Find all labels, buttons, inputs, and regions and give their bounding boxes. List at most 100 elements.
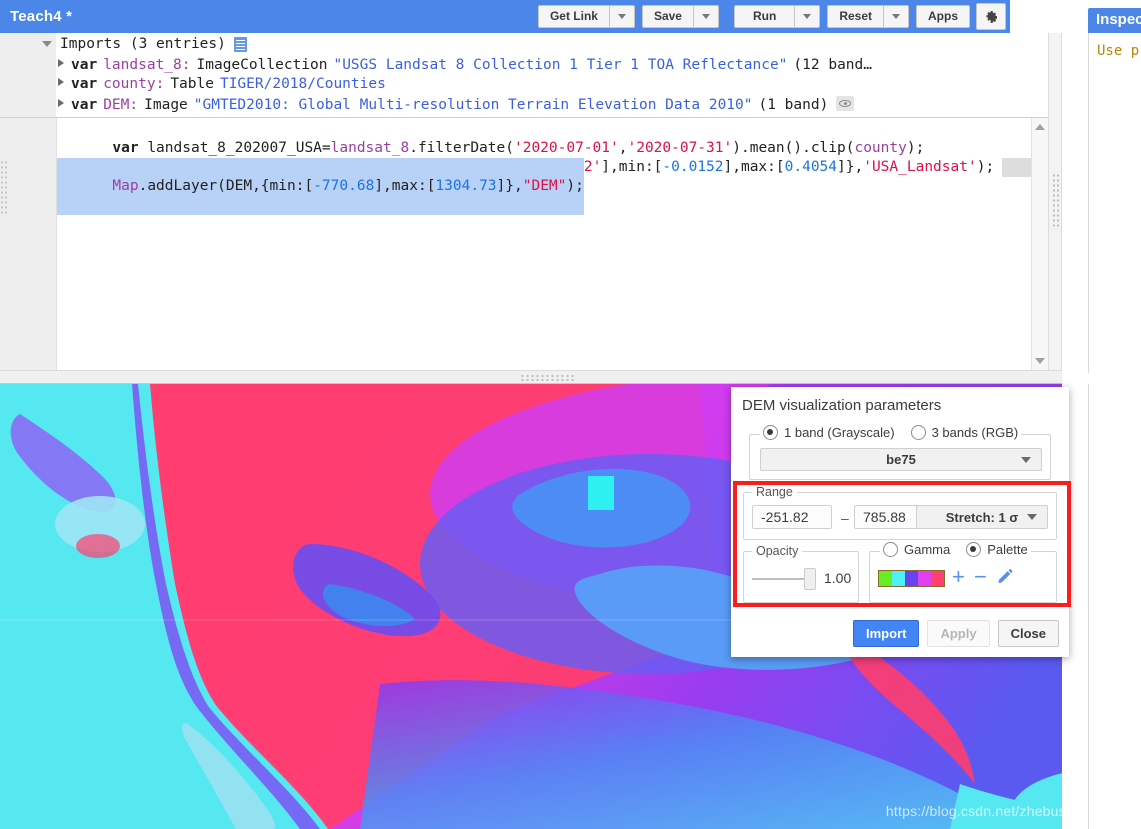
imports-header-label: Imports (3 entries) [60,36,226,52]
editor-vertical-scrollbar[interactable] [1031,118,1048,370]
import-name: county: [97,75,164,94]
left-panel-drag-handle[interactable] [0,160,7,216]
inspector-map-column [1062,384,1141,829]
pencil-icon[interactable] [996,568,1014,586]
import-row-county[interactable]: var county: Table TIGER/2018/Counties [58,75,386,94]
inspector-body: Use pri [1088,33,1141,373]
band-mode-radio-row: 1 band (Grayscale) 3 bands (RGB) [760,425,1021,440]
chevron-down-icon [892,14,900,19]
radio-3-bands-rgb[interactable] [911,425,926,440]
eye-icon[interactable] [836,96,854,111]
settings-button[interactable] [976,3,1006,30]
code-token: -770.68 [313,178,374,194]
dem-visualization-dialog[interactable]: DEM visualization parameters 1 band (Gra… [731,387,1069,657]
document-icon[interactable] [234,37,247,52]
expand-triangle-icon[interactable] [58,78,64,86]
code-token: ); [977,159,994,175]
stretch-button[interactable]: Stretch: 1 σ [916,505,1048,529]
palette-mode-radio-row: Gamma Palette [880,542,1031,557]
import-keyword: var [71,96,97,115]
range-min-input[interactable]: -251.82 [752,505,832,529]
minus-icon[interactable]: − [974,568,987,586]
import-value: "GMTED2010: Global Multi-resolution Terr… [188,96,753,115]
reset-button[interactable]: Reset [827,5,883,28]
import-tail: (1 band) [752,96,828,115]
collapse-triangle-icon[interactable] [42,41,52,47]
palette-swatch-0[interactable] [879,571,892,586]
palette-swatch-1[interactable] [892,571,905,586]
get-link-button[interactable]: Get Link [538,5,609,28]
close-button[interactable]: Close [998,620,1059,647]
editor-gutter [0,118,57,370]
import-keyword: var [71,56,97,75]
import-value: TIGER/2018/Counties [214,75,386,94]
splitter-grip-icon[interactable] [520,374,576,382]
label-1-band-grayscale[interactable]: 1 band (Grayscale) [784,425,895,440]
opacity-slider-track[interactable] [752,578,810,580]
code-token: ],max:[ [724,159,785,175]
scroll-up-arrow-icon[interactable] [1035,124,1045,130]
import-row-landsat-8[interactable]: var landsat_8: ImageCollection "USGS Lan… [58,56,872,75]
top-toolbar: Teach4 * Get Link Save Run Reset [0,0,1010,33]
code-token: ],max:[ [374,178,435,194]
dialog-button-row: Import Apply Close [853,620,1059,647]
get-link-button-group: Get Link [538,5,635,28]
imports-panel: Imports (3 entries) var landsat_8: Image… [0,33,1048,118]
scroll-down-arrow-icon[interactable] [1035,358,1045,364]
label-3-bands-rgb[interactable]: 3 bands (RGB) [932,425,1019,440]
plus-icon[interactable]: + [952,568,965,586]
import-value: "USGS Landsat 8 Collection 1 Tier 1 TOA … [327,56,787,75]
code-token: Map [112,178,138,194]
code-token: ]}, [497,178,523,194]
save-button[interactable]: Save [642,5,693,28]
opacity-slider-thumb[interactable] [804,568,816,590]
palette-swatch-2[interactable] [905,571,918,586]
vertical-splitter[interactable] [1048,33,1062,370]
tab-inspector[interactable]: Inspector [1096,11,1141,28]
band-mode-fieldset: 1 band (Grayscale) 3 bands (RGB) be75 [749,434,1051,480]
label-gamma[interactable]: Gamma [904,542,950,557]
reset-dropdown-button[interactable] [883,5,909,28]
run-button[interactable]: Run [734,5,794,28]
save-dropdown-button[interactable] [693,5,719,28]
radio-gamma[interactable] [883,542,898,557]
run-dropdown-button[interactable] [794,5,820,28]
radio-palette[interactable] [966,542,981,557]
band-select[interactable]: be75 [760,448,1042,471]
map-puget-lowland [76,534,120,558]
radio-1-band-grayscale[interactable] [763,425,778,440]
palette-fieldset: Gamma Palette + − [869,551,1057,603]
range-dash: – [841,510,849,526]
stretch-label: Stretch: 1 σ [946,510,1018,525]
import-keyword: var [71,75,97,94]
code-token: 1304.73 [435,178,496,194]
imports-header: Imports (3 entries) [42,36,247,52]
horizontal-splitter[interactable] [0,370,1141,384]
expand-triangle-icon[interactable] [58,59,64,67]
palette-swatches[interactable] [878,570,945,587]
opacity-fieldset: Opacity 1.00 [743,551,859,603]
apply-button[interactable]: Apply [927,620,989,647]
map-cyan-marker [588,476,614,510]
palette-swatch-3[interactable] [918,571,931,586]
chevron-down-icon [702,14,710,19]
expand-triangle-icon[interactable] [58,99,64,107]
code-token: .addLayer(DEM,{min:[ [139,178,314,194]
inspector-map-column-inner [1088,384,1141,829]
import-button[interactable]: Import [853,620,919,647]
band-select-value: be75 [886,452,916,467]
label-palette[interactable]: Palette [987,542,1027,557]
apps-button-group: Apps [916,5,970,28]
import-row-dem[interactable]: var DEM: Image "GMTED2010: Global Multi-… [58,94,854,115]
code-editor[interactable]: 1 2 3 var landsat_8_202007_USA=landsat_8… [0,118,1048,370]
chevron-down-icon [803,14,811,19]
splitter-grip-icon[interactable] [1052,173,1060,229]
code-line-3[interactable]: Map.addLayer(DEM,{min:[-770.68],max:[130… [57,158,584,215]
opacity-legend: Opacity [752,544,802,558]
apps-button[interactable]: Apps [916,5,970,28]
chevron-down-icon [1027,514,1037,520]
get-link-dropdown-button[interactable] [609,5,635,28]
opacity-value: 1.00 [824,570,851,586]
reset-button-group: Reset [827,5,909,28]
palette-swatch-4[interactable] [931,571,944,586]
